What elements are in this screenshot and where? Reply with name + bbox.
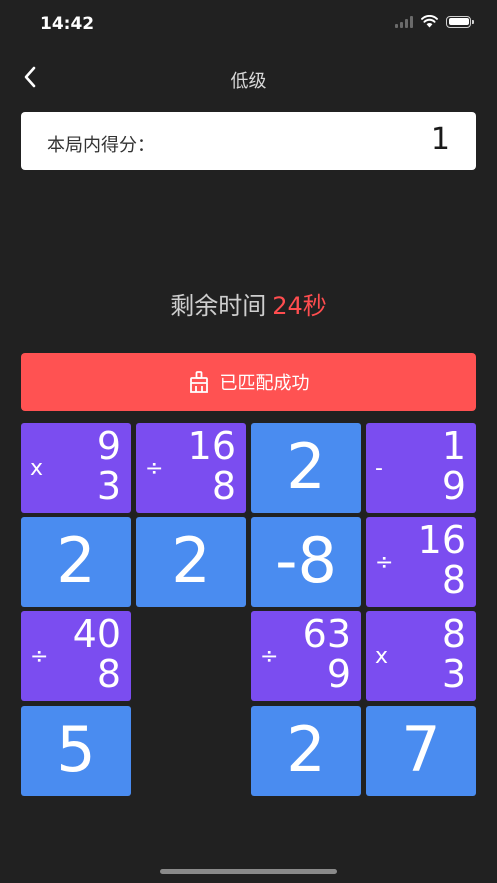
- match-success-banner[interactable]: 已匹配成功: [21, 353, 476, 411]
- tile-fraction: 40 8: [43, 614, 121, 694]
- broom-icon: [189, 371, 208, 393]
- tile-fraction: 16 8: [388, 520, 466, 600]
- tile-value: 5: [56, 713, 96, 786]
- operation-tile[interactable]: ÷ 40 8: [21, 611, 131, 701]
- home-indicator: [160, 869, 337, 874]
- tile-value: 2: [171, 524, 211, 597]
- score-label: 本局内得分：: [47, 135, 155, 156]
- tile-operator: x: [30, 456, 44, 481]
- battery-icon: [446, 15, 474, 28]
- status-icons: [395, 15, 474, 28]
- tile-bottom-number: 8: [211, 464, 236, 508]
- tile-bottom-number: 9: [326, 652, 351, 696]
- tile-top-number: 9: [96, 424, 121, 468]
- match-banner-label: 已匹配成功: [219, 373, 310, 394]
- tile-top-number: 16: [417, 518, 466, 562]
- tile-value: 7: [401, 713, 441, 786]
- tile-fraction: 19: [388, 426, 466, 506]
- tile-fraction: 83: [388, 614, 466, 694]
- score-value: 1: [430, 122, 450, 157]
- countdown-timer: 剩余时间 24秒: [0, 286, 497, 321]
- score-card: 本局内得分： 1: [21, 112, 476, 170]
- tile-fraction: 16 8: [158, 426, 236, 506]
- operation-tile[interactable]: x93: [21, 423, 131, 513]
- number-tile[interactable]: 2: [251, 706, 361, 796]
- tile-top-number: 63: [302, 612, 351, 656]
- operation-tile[interactable]: ÷ 16 8: [366, 517, 476, 607]
- number-tile[interactable]: 7: [366, 706, 476, 796]
- nav-bar: 低级: [0, 55, 497, 101]
- number-tile[interactable]: 2: [251, 423, 361, 513]
- tile-fraction: 63 9: [273, 614, 351, 694]
- page-title: 低级: [230, 71, 267, 92]
- tile-bottom-number: 8: [441, 558, 466, 602]
- tile-top-number: 16: [187, 424, 236, 468]
- operation-tile[interactable]: ÷ 63 9: [251, 611, 361, 701]
- operation-tile[interactable]: x83: [366, 611, 476, 701]
- tile-fraction: 93: [43, 426, 121, 506]
- status-time: 14:42: [40, 14, 95, 34]
- tile-bottom-number: 3: [441, 652, 466, 696]
- timer-value: 24秒: [272, 292, 327, 320]
- tile-bottom-number: 8: [96, 652, 121, 696]
- number-tile[interactable]: 5: [21, 706, 131, 796]
- cellular-signal-icon: [395, 15, 413, 28]
- operation-tile[interactable]: ÷ 16 8: [136, 423, 246, 513]
- tile-operator: x: [375, 644, 389, 669]
- tile-value: -8: [275, 524, 337, 597]
- tile-value: 2: [56, 524, 96, 597]
- tile-bottom-number: 3: [96, 464, 121, 508]
- timer-label: 剩余时间: [170, 292, 267, 320]
- tile-operator: -: [375, 456, 383, 481]
- wifi-icon: [421, 15, 438, 28]
- number-tile[interactable]: -8: [251, 517, 361, 607]
- number-tile[interactable]: 2: [21, 517, 131, 607]
- status-bar: 14:42: [0, 0, 497, 50]
- tile-bottom-number: 9: [441, 464, 466, 508]
- tile-value: 2: [286, 713, 326, 786]
- tile-top-number: 1: [441, 424, 466, 468]
- operation-tile[interactable]: -19: [366, 423, 476, 513]
- number-tile[interactable]: 2: [136, 517, 246, 607]
- tile-value: 2: [286, 430, 326, 503]
- tile-top-number: 40: [72, 612, 121, 656]
- tile-top-number: 8: [441, 612, 466, 656]
